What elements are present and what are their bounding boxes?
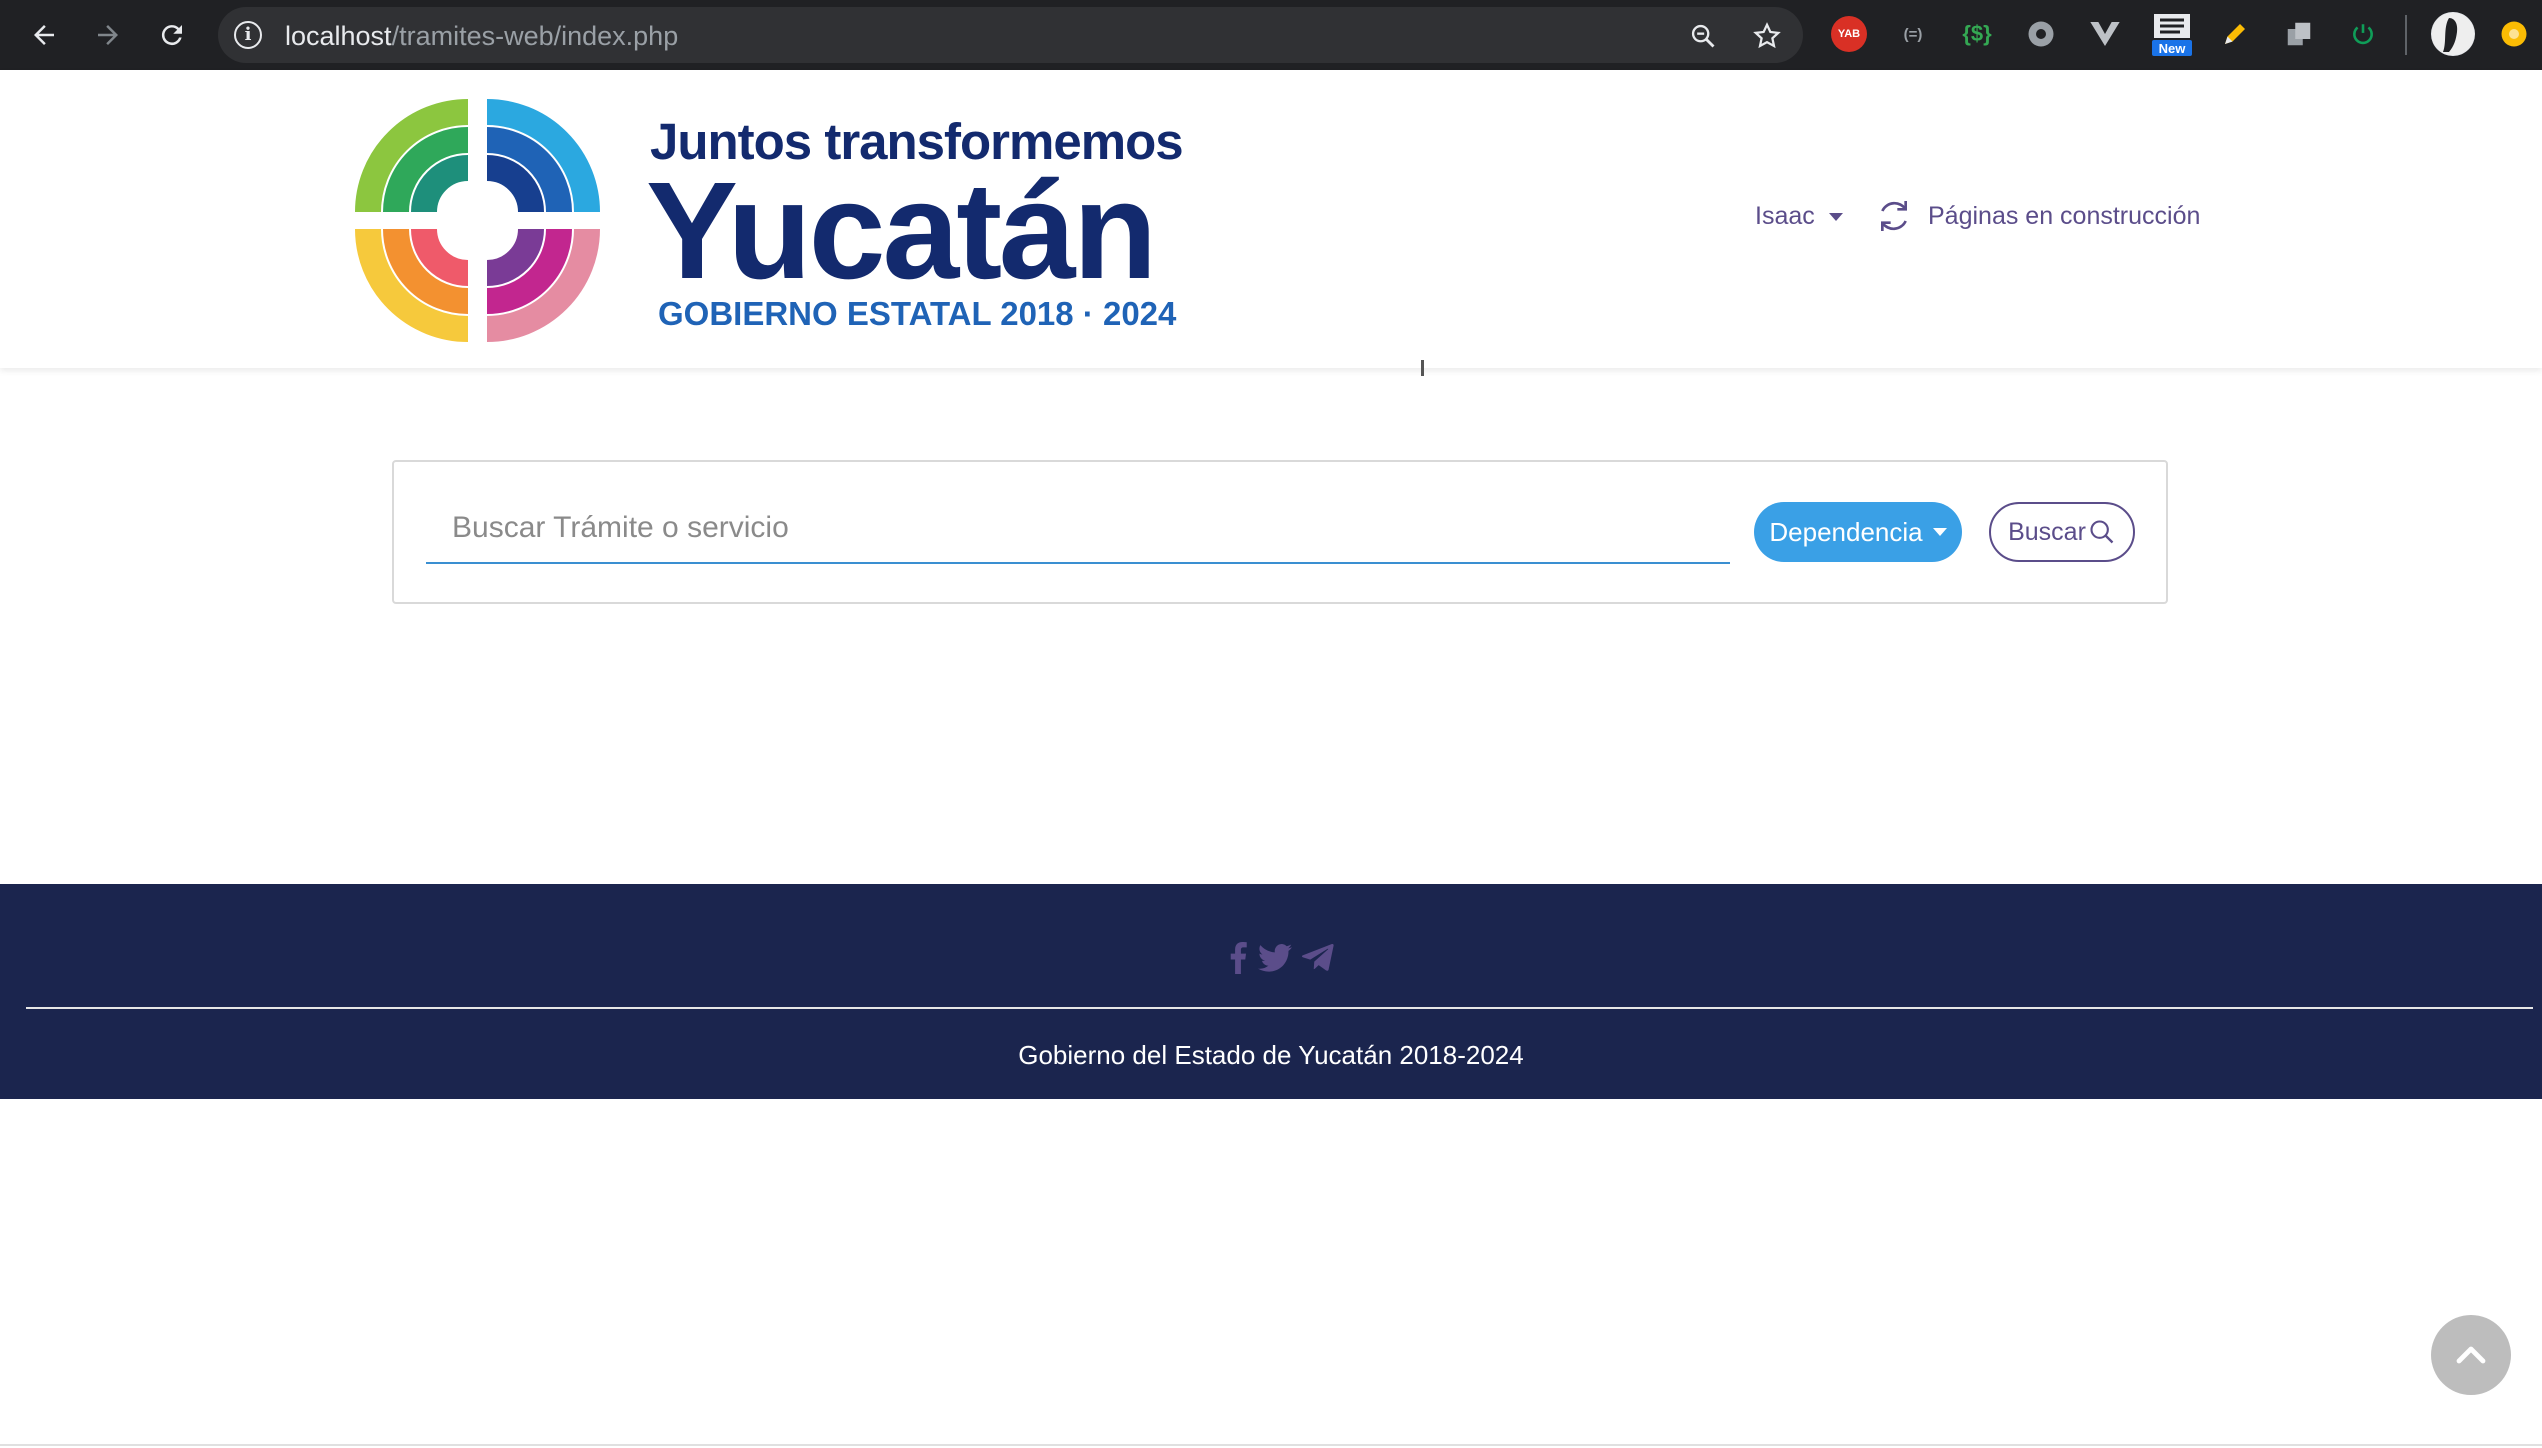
reload-button[interactable]	[152, 15, 192, 55]
search-icon	[2090, 520, 2114, 544]
construction-pages-link[interactable]: Páginas en construcción	[1874, 196, 2200, 236]
vue-extension-icon[interactable]	[2087, 16, 2123, 52]
site-footer: Gobierno del Estado de Yucatán 2018-2024	[0, 884, 2542, 1099]
yucatan-emblem-logo	[355, 99, 600, 342]
search-button[interactable]: Buscar	[1989, 502, 2135, 562]
reload-icon	[161, 25, 182, 46]
caret-down-icon	[1932, 528, 1947, 536]
new-extension-icon[interactable]: New	[2150, 12, 2194, 58]
user-dropdown[interactable]: Isaac	[1755, 202, 1843, 231]
search-card: Dependencia Buscar	[392, 460, 2168, 604]
browser-toolbar: i localhost/tramites-web/index.php YAB (…	[0, 0, 2542, 70]
arrow-right-icon	[98, 25, 118, 45]
search-button-label: Buscar	[2008, 517, 2086, 546]
pencil-extension-icon[interactable]	[2217, 16, 2253, 52]
construction-pages-label: Páginas en construcción	[1928, 201, 2201, 230]
chevron-up-icon	[2456, 1346, 2486, 1364]
json-extension-icon[interactable]: (=)	[1895, 16, 1931, 52]
logo-title: Yucatán	[646, 154, 1157, 308]
zoom-icon[interactable]	[1688, 21, 1718, 51]
back-button[interactable]	[24, 15, 64, 55]
back-to-top-button[interactable]	[2431, 1315, 2511, 1395]
telegram-icon[interactable]	[1302, 944, 1334, 972]
bookmark-star-icon[interactable]	[1752, 21, 1782, 51]
dependency-dropdown-button[interactable]: Dependencia	[1754, 502, 1962, 562]
svg-text:New: New	[2159, 41, 2187, 56]
site-info-icon[interactable]: i	[234, 21, 262, 49]
caret-down-icon	[1828, 212, 1843, 221]
profile-avatar-icon[interactable]	[2431, 12, 2475, 56]
facebook-icon[interactable]	[1228, 942, 1248, 974]
user-name: Isaac	[1755, 202, 1815, 230]
page-bottom-border	[0, 1444, 2542, 1446]
address-bar[interactable]: i localhost/tramites-web/index.php	[218, 7, 1803, 63]
power-extension-icon[interactable]	[2345, 16, 2381, 52]
sync-icon	[1881, 201, 1907, 231]
site-header: Juntos transformemos Yucatán GOBIERNO ES…	[0, 70, 2542, 368]
footer-copyright: Gobierno del Estado de Yucatán 2018-2024	[1018, 1040, 1524, 1070]
logo-subtitle: GOBIERNO ESTATAL 2018 · 2024	[658, 295, 1177, 332]
footer-divider	[26, 1007, 2533, 1009]
dependency-label: Dependencia	[1769, 516, 1923, 547]
circle-extension-icon[interactable]	[2023, 16, 2059, 52]
forward-button[interactable]	[88, 15, 128, 55]
search-input[interactable]	[426, 494, 1730, 564]
arrow-left-icon	[34, 25, 54, 45]
extension-puzzle-icon[interactable]	[2496, 16, 2532, 52]
regex-extension-icon[interactable]: {$}	[1959, 16, 1995, 52]
yab-extension-icon[interactable]: YAB	[1831, 16, 1867, 52]
header-divider-tick	[1421, 360, 1424, 376]
url-text[interactable]: localhost/tramites-web/index.php	[285, 21, 678, 52]
toolbar-separator	[2405, 15, 2407, 55]
copy-extension-icon[interactable]	[2281, 16, 2317, 52]
twitter-icon[interactable]	[1258, 943, 1292, 973]
social-links	[1228, 942, 1334, 974]
